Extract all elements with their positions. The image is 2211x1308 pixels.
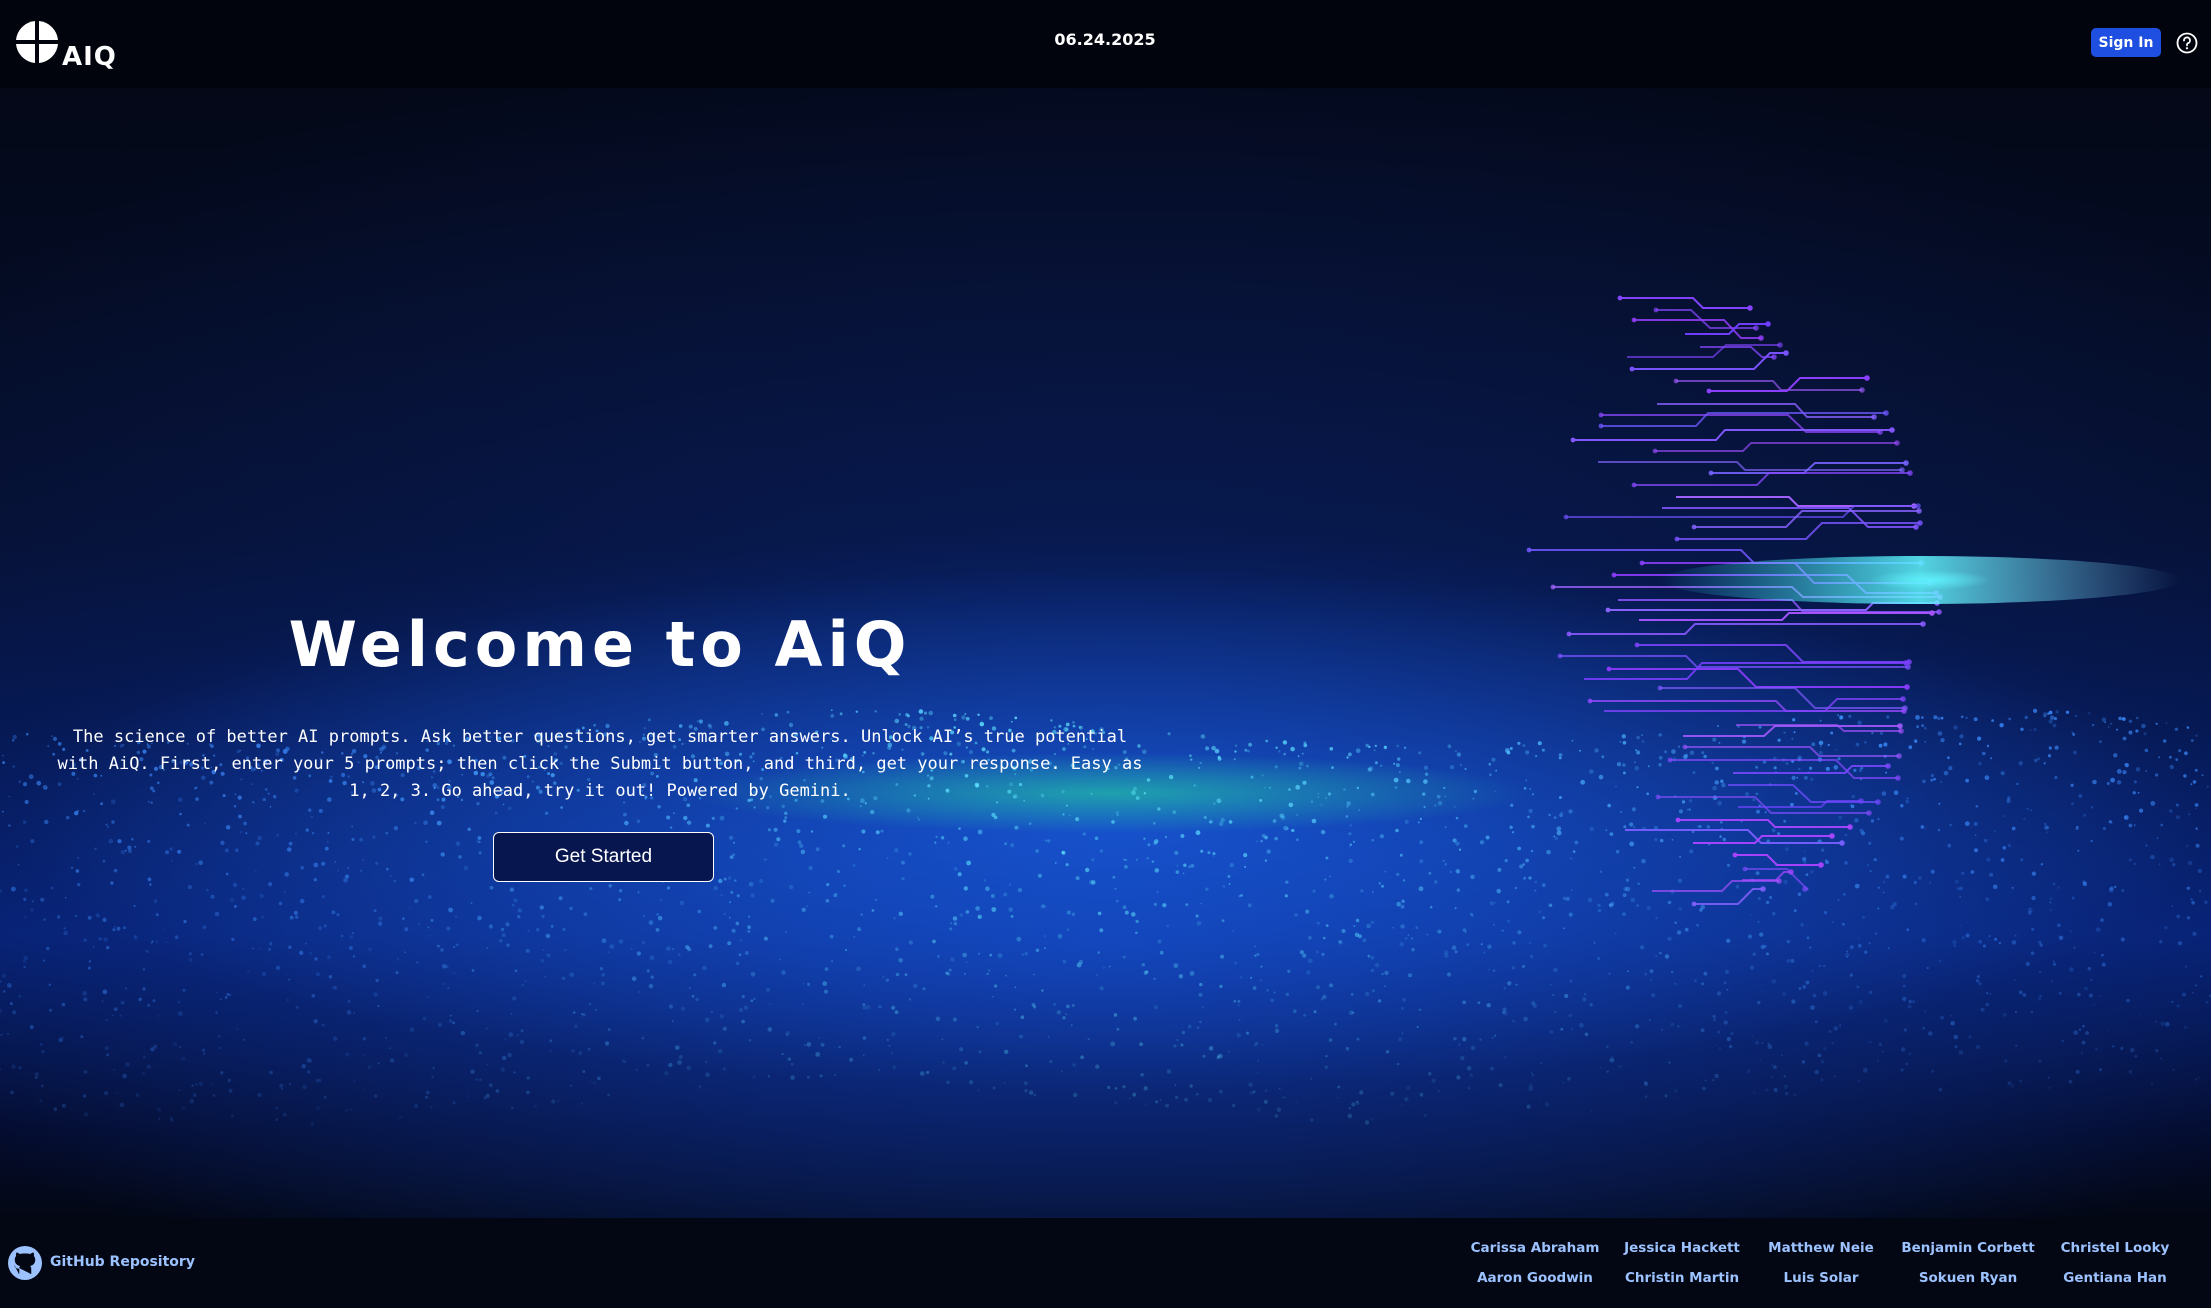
hero-description: The science of better AI prompts. Ask be… bbox=[57, 727, 1143, 801]
page-title: Welcome to AiQ bbox=[288, 608, 912, 681]
current-date: 06.24.2025 bbox=[1054, 30, 1156, 49]
top-bar: AIQ 06.24.2025 Sign In bbox=[0, 0, 2211, 88]
team-member-name: Jessica Hackett bbox=[1624, 1240, 1740, 1256]
help-icon[interactable] bbox=[2176, 32, 2198, 54]
team-member-name: Sokuen Ryan bbox=[1918, 1270, 2018, 1286]
team-members: Carissa Abraham Jessica Hackett Matthew Ne… bbox=[1460, 1240, 2180, 1300]
team-member-name: Christel Looky bbox=[2060, 1240, 2170, 1256]
team-member-name: Carissa Abraham bbox=[1470, 1240, 1600, 1256]
github-repository-link[interactable]: GitHub Repository bbox=[50, 1254, 195, 1270]
team-member-name: Benjamin Corbett bbox=[1901, 1240, 2035, 1256]
get-started-button[interactable]: Get Started bbox=[493, 832, 714, 882]
hero-section: Welcome to AiQ The science of better AI … bbox=[0, 88, 2211, 1218]
team-member-name: Luis Solar bbox=[1783, 1270, 1859, 1286]
team-member-name: Christin Martin bbox=[1624, 1270, 1740, 1286]
team-member-name: Aaron Goodwin bbox=[1477, 1270, 1593, 1286]
github-icon[interactable] bbox=[7, 1245, 43, 1281]
logo-text: AIQ bbox=[62, 42, 117, 72]
circuit-head-illustration bbox=[1526, 295, 2180, 907]
team-member-name: Matthew Neie bbox=[1768, 1240, 1874, 1256]
team-member-name: Gentiana Han bbox=[2063, 1270, 2167, 1286]
sign-in-button[interactable]: Sign In bbox=[2091, 28, 2161, 57]
footer: GitHub Repository Carissa Abraham Jessica… bbox=[0, 1218, 2211, 1308]
